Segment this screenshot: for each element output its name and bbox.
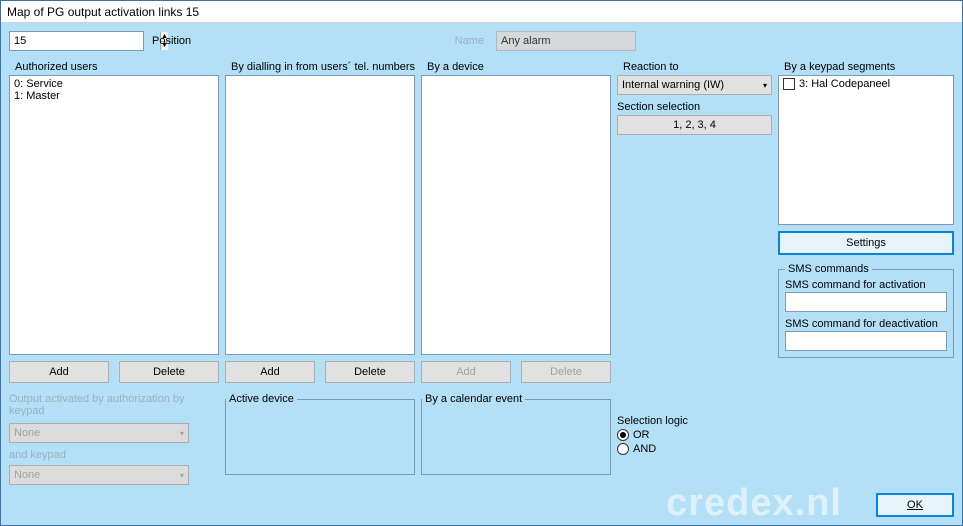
position-label: Position	[152, 35, 191, 47]
and-keypad-label: and keypad	[9, 449, 219, 461]
list-item[interactable]: 0: Service	[14, 78, 214, 90]
auth-users-label: Authorized users	[9, 61, 219, 73]
by-device-list[interactable]	[421, 75, 611, 355]
chevron-down-icon: ▾	[180, 471, 184, 480]
selection-logic-label: Selection logic	[617, 415, 772, 427]
add-button: Add	[421, 361, 511, 383]
sms-deactivation-input[interactable]	[785, 331, 947, 351]
radio-or-row[interactable]: OR	[617, 429, 772, 441]
position-spinner[interactable]: ▲ ▼	[9, 31, 144, 51]
reaction-label: Reaction to	[617, 61, 772, 73]
keypad-list[interactable]: 3: Hal Codepaneel	[778, 75, 954, 225]
delete-button[interactable]: Delete	[119, 361, 219, 383]
main-area: Authorized users 0: Service 1: Master Ad…	[9, 61, 954, 517]
col-keypad: By a keypad segments 3: Hal Codepaneel S…	[778, 61, 954, 517]
delete-button[interactable]: Delete	[325, 361, 415, 383]
list-item[interactable]: 3: Hal Codepaneel	[783, 78, 949, 90]
sms-group-label: SMS commands	[785, 263, 872, 275]
by-device-label: By a device	[421, 61, 611, 73]
window-title: Map of PG output activation links 15	[7, 5, 199, 19]
radio-and[interactable]	[617, 443, 629, 455]
dropdown-value: None	[14, 469, 40, 481]
auth-users-list[interactable]: 0: Service 1: Master	[9, 75, 219, 355]
dialling-list[interactable]	[225, 75, 415, 355]
sms-activation-input[interactable]	[785, 292, 947, 312]
radio-and-row[interactable]: AND	[617, 443, 772, 455]
auth-keypad-dropdown-1: None ▾	[9, 423, 189, 443]
ok-label: OK	[907, 499, 923, 511]
section-selection-box[interactable]: 1, 2, 3, 4	[617, 115, 772, 135]
position-input[interactable]	[10, 32, 160, 50]
keypad-item-label: 3: Hal Codepaneel	[799, 78, 890, 90]
list-item[interactable]: 1: Master	[14, 90, 214, 102]
client-area: ▲ ▼ Position Name Authorized users 0: Se…	[1, 23, 962, 525]
settings-button[interactable]: Settings	[778, 231, 954, 255]
calendar-box: By a calendar event	[421, 393, 611, 475]
auth-by-keypad-label: Output activated by authorization by key…	[9, 393, 219, 417]
titlebar: Map of PG output activation links 15	[1, 1, 962, 23]
name-label: Name	[455, 35, 484, 47]
checkbox-icon[interactable]	[783, 78, 795, 90]
name-input	[496, 31, 636, 51]
section-selection-value: 1, 2, 3, 4	[673, 119, 716, 131]
chevron-down-icon: ▾	[763, 81, 767, 90]
add-button[interactable]: Add	[9, 361, 109, 383]
radio-or-label: OR	[633, 429, 650, 441]
section-selection-label: Section selection	[617, 101, 772, 113]
active-device-box: Active device	[225, 393, 415, 475]
add-button[interactable]: Add	[225, 361, 315, 383]
dropdown-value: Internal warning (IW)	[622, 79, 724, 91]
sms-deactivation-label: SMS command for deactivation	[785, 318, 947, 330]
auth-users-buttons: Add Delete	[9, 361, 219, 383]
sms-group: SMS commands SMS command for activation …	[778, 263, 954, 358]
col-reaction: Reaction to Internal warning (IW) ▾ Sect…	[617, 61, 772, 517]
dialling-label: By dialling in from users´ tel. numbers	[225, 61, 415, 73]
dropdown-value: None	[14, 427, 40, 439]
col-dialling: By dialling in from users´ tel. numbers …	[225, 61, 415, 517]
by-device-buttons: Add Delete	[421, 361, 611, 383]
radio-or[interactable]	[617, 429, 629, 441]
col-auth-users: Authorized users 0: Service 1: Master Ad…	[9, 61, 219, 517]
window: Map of PG output activation links 15 ▲ ▼…	[0, 0, 963, 526]
col-by-device: By a device Add Delete By a calendar eve…	[421, 61, 611, 517]
dialling-buttons: Add Delete	[225, 361, 415, 383]
keypad-label: By a keypad segments	[778, 61, 954, 73]
radio-and-label: AND	[633, 443, 656, 455]
chevron-down-icon: ▾	[180, 429, 184, 438]
calendar-label: By a calendar event	[422, 393, 525, 405]
top-row: ▲ ▼ Position Name	[9, 31, 954, 51]
ok-button[interactable]: OK	[876, 493, 954, 517]
active-device-label: Active device	[226, 393, 297, 405]
delete-button: Delete	[521, 361, 611, 383]
reaction-dropdown[interactable]: Internal warning (IW) ▾	[617, 75, 772, 95]
auth-keypad-dropdown-2: None ▾	[9, 465, 189, 485]
selection-logic-group: Selection logic OR AND	[617, 415, 772, 457]
sms-activation-label: SMS command for activation	[785, 279, 947, 291]
